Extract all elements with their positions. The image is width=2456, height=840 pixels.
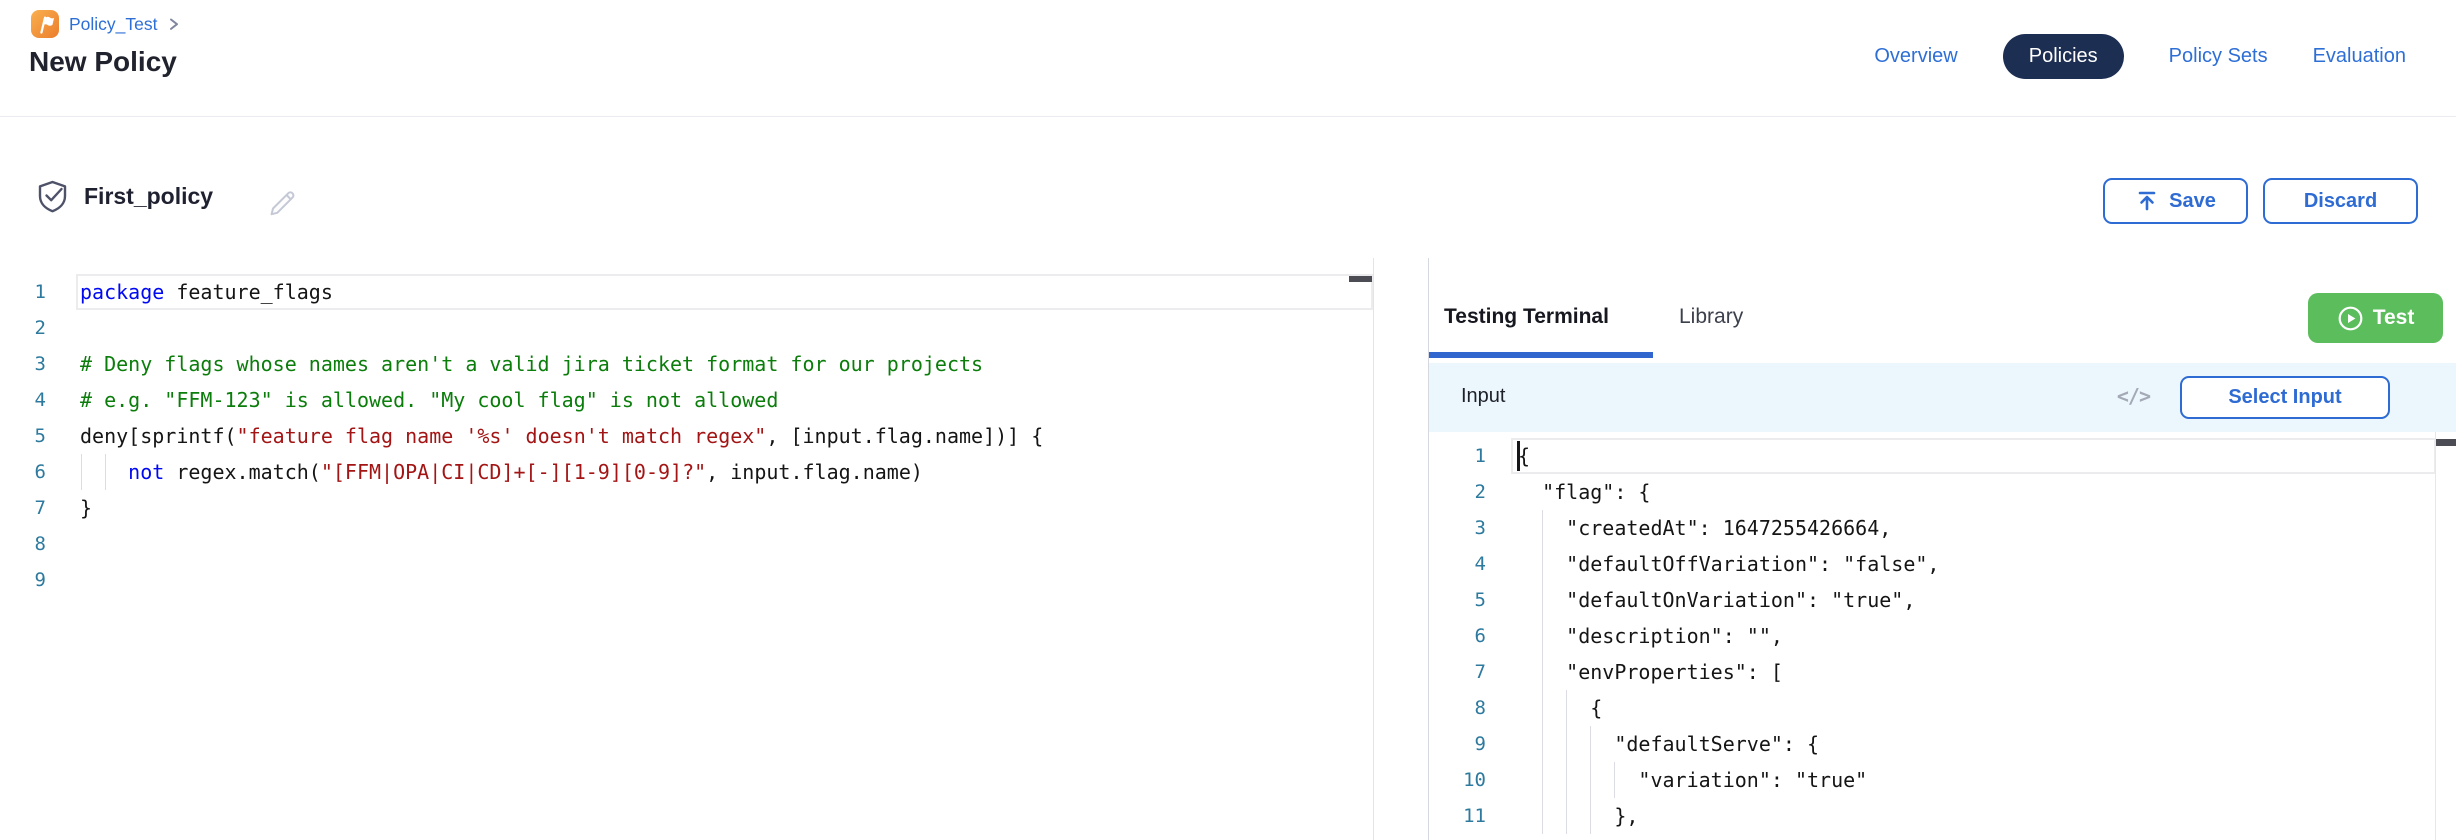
- line-number: 1: [1429, 438, 1506, 474]
- overview-ruler-cursor-marker: [2436, 439, 2456, 446]
- breadcrumb-project-link[interactable]: Policy_Test: [69, 14, 158, 35]
- code-line[interactable]: 6 "description": "",: [1429, 618, 2456, 654]
- select-input-button[interactable]: Select Input: [2180, 376, 2390, 419]
- input-json-editor[interactable]: 1{2 "flag": {3 "createdAt": 164725542666…: [1429, 432, 2456, 840]
- code-line[interactable]: 10 "variation": "true": [1429, 762, 2456, 798]
- nav-tab-overview[interactable]: Overview: [1874, 45, 1957, 68]
- code-line[interactable]: 1{: [1429, 438, 2456, 474]
- line-number: 7: [1429, 654, 1506, 690]
- line-number: 4: [1429, 546, 1506, 582]
- save-button[interactable]: Save: [2103, 178, 2248, 224]
- nav-tab-policy-sets[interactable]: Policy Sets: [2169, 45, 2268, 68]
- line-number: 6: [0, 454, 76, 490]
- code-view-toggle-icon[interactable]: </>: [2117, 384, 2150, 408]
- line-number: 10: [1429, 762, 1506, 798]
- feature-flags-logo-icon: [30, 9, 60, 39]
- terminal-tab-testing-terminal[interactable]: Testing Terminal: [1444, 305, 1609, 329]
- breadcrumb-chevron-icon: [167, 15, 181, 33]
- code-line[interactable]: 11 },: [1429, 798, 2456, 834]
- discard-button-label: Discard: [2304, 190, 2377, 213]
- nav-tab-policies[interactable]: Policies: [2003, 34, 2124, 79]
- discard-button[interactable]: Discard: [2263, 178, 2418, 224]
- test-button[interactable]: Test: [2308, 293, 2443, 343]
- input-bar: Input </> Select Input: [1429, 363, 2456, 432]
- line-number: 7: [0, 490, 76, 526]
- code-line[interactable]: 8: [0, 526, 1373, 562]
- line-number: 9: [1429, 726, 1506, 762]
- breadcrumb: Policy_Test: [30, 8, 181, 40]
- code-line[interactable]: 2: [0, 310, 1373, 346]
- page-title: New Policy: [29, 46, 177, 78]
- testing-panel: Testing Terminal Library Test Input </> S…: [1429, 258, 2456, 840]
- line-number: 3: [0, 346, 76, 382]
- select-input-button-label: Select Input: [2228, 386, 2341, 409]
- code-line[interactable]: 4 "defaultOffVariation": "false",: [1429, 546, 2456, 582]
- policy-code-editor[interactable]: 1package feature_flags23# Deny flags who…: [0, 258, 1374, 840]
- line-number: 11: [1429, 798, 1506, 834]
- line-number: 9: [0, 562, 76, 598]
- line-number: 3: [1429, 510, 1506, 546]
- line-number: 1: [0, 274, 76, 310]
- code-line[interactable]: 7}: [0, 490, 1373, 526]
- line-number: 5: [0, 418, 76, 454]
- overview-ruler-cursor-marker: [1349, 276, 1372, 282]
- line-number: 8: [0, 526, 76, 562]
- code-line[interactable]: 7 "envProperties": [: [1429, 654, 2456, 690]
- edit-policy-name-icon[interactable]: [266, 184, 298, 221]
- line-number: 5: [1429, 582, 1506, 618]
- code-line[interactable]: 6 not regex.match("[FFM|OPA|CI|CD]+[-][1…: [0, 454, 1373, 490]
- policy-shield-check-icon: [36, 179, 69, 219]
- code-line[interactable]: 5 "defaultOnVariation": "true",: [1429, 582, 2456, 618]
- active-tab-underline: [1429, 352, 1653, 358]
- code-line[interactable]: 2 "flag": {: [1429, 474, 2456, 510]
- code-line[interactable]: 5deny[sprintf("feature flag name '%s' do…: [0, 418, 1373, 454]
- line-number: 8: [1429, 690, 1506, 726]
- indent-guide: [105, 454, 106, 490]
- save-button-label: Save: [2169, 190, 2216, 213]
- line-number: 2: [1429, 474, 1506, 510]
- line-number: 6: [1429, 618, 1506, 654]
- upload-icon: [2135, 189, 2159, 213]
- terminal-tab-library[interactable]: Library: [1679, 305, 1743, 329]
- code-line[interactable]: 3 "createdAt": 1647255426664,: [1429, 510, 2456, 546]
- text-cursor: [1517, 441, 1520, 471]
- code-line[interactable]: 9 "defaultServe": {: [1429, 726, 2456, 762]
- code-line[interactable]: 9: [0, 562, 1373, 598]
- policy-name: First_policy: [84, 183, 213, 210]
- module-tabs: Overview Policies Policy Sets Evaluation: [1874, 32, 2406, 80]
- nav-tab-evaluation[interactable]: Evaluation: [2313, 45, 2406, 68]
- code-line[interactable]: 4# e.g. "FFM-123" is allowed. "My cool f…: [0, 382, 1373, 418]
- line-number: 2: [0, 310, 76, 346]
- test-button-label: Test: [2373, 306, 2415, 330]
- play-icon: [2337, 305, 2364, 332]
- page-header: Policy_Test New Policy Overview Policies P…: [0, 0, 2456, 117]
- input-label: Input: [1461, 385, 1505, 408]
- indent-guide: [81, 454, 82, 490]
- overview-ruler: [2435, 432, 2436, 840]
- code-line[interactable]: 3# Deny flags whose names aren't a valid…: [0, 346, 1373, 382]
- code-line[interactable]: 8 {: [1429, 690, 2456, 726]
- line-number: 4: [0, 382, 76, 418]
- code-line[interactable]: 1package feature_flags: [0, 274, 1373, 310]
